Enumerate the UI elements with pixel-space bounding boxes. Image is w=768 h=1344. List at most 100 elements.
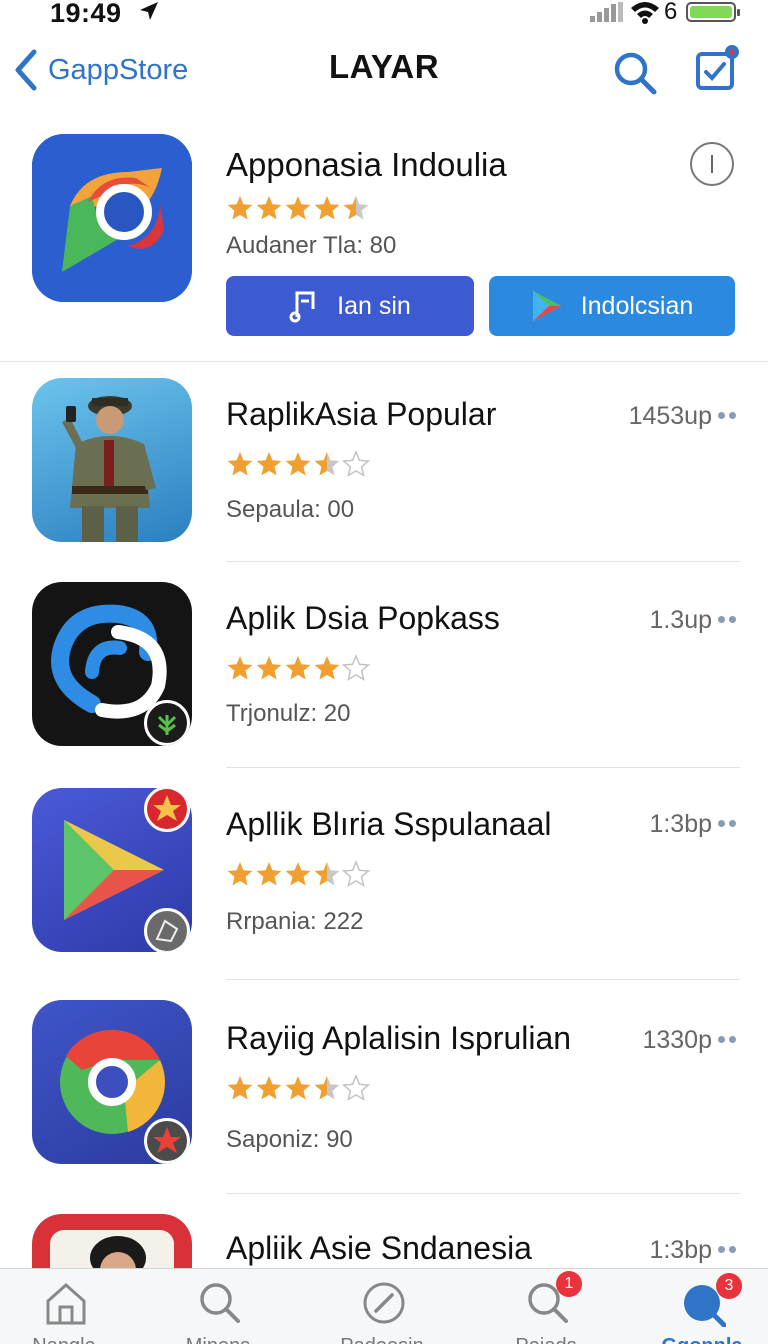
wifi-icon xyxy=(631,2,659,24)
tab-label: Peiads xyxy=(486,1335,606,1344)
app-meta: Rrpania: 222 xyxy=(226,908,364,935)
chevron-left-icon xyxy=(15,49,37,91)
app-icon-swirl[interactable] xyxy=(32,582,192,746)
star-icon xyxy=(256,862,282,886)
star-icon xyxy=(341,654,371,682)
app-icon-chrome[interactable] xyxy=(32,1000,192,1164)
tab-label: Ggonnla xyxy=(642,1335,762,1344)
more-options-icon[interactable] xyxy=(718,1246,740,1254)
rating-stars xyxy=(226,860,382,895)
rating-stars xyxy=(226,654,382,689)
play-store-button-label: Indolcsian xyxy=(580,291,694,320)
more-options-icon[interactable] xyxy=(718,412,740,420)
star-badge-icon xyxy=(144,788,190,832)
back-label: GappStore xyxy=(48,53,189,86)
star-icon xyxy=(256,656,282,680)
play-store-icon xyxy=(532,291,561,321)
star-icon xyxy=(227,452,253,476)
star-icon xyxy=(256,1076,282,1100)
info-icon[interactable] xyxy=(690,142,734,186)
app-name: RaplikAsia Popular xyxy=(226,396,497,432)
location-icon xyxy=(140,2,158,20)
music-note-icon xyxy=(289,291,315,323)
notification-badge: 1 xyxy=(556,1271,582,1297)
featured-app: Apponasia Indoulia Audaner Tla: 80 Ian s… xyxy=(0,118,768,362)
featured-app-icon[interactable] xyxy=(32,134,192,302)
app-name: Apllik Blıria Sspulanaal xyxy=(226,806,552,842)
list-item[interactable]: Apliik Asie Sndanesia 1:3bp xyxy=(0,1194,768,1268)
tab-updates[interactable]: 1 Peiads xyxy=(486,1269,606,1344)
install-button-label: Ian sin xyxy=(337,291,411,320)
star-icon xyxy=(341,1074,371,1102)
star-icon xyxy=(285,1076,311,1100)
home-icon xyxy=(46,1282,86,1325)
star-icon xyxy=(341,450,371,478)
app-icon-soldier[interactable] xyxy=(32,378,192,542)
back-button[interactable]: GappStore xyxy=(12,48,188,92)
more-options-icon[interactable] xyxy=(718,616,740,624)
star-icon xyxy=(285,452,311,476)
star-icon xyxy=(314,1076,340,1100)
tab-home[interactable]: Nangle xyxy=(4,1269,124,1344)
star-icon xyxy=(343,196,369,220)
rating-stars xyxy=(226,1074,382,1109)
list-item[interactable]: RaplikAsia Popular 1453up Sepaula: 00 xyxy=(0,362,768,562)
star-badge-icon xyxy=(144,1118,190,1164)
list-item[interactable]: Apllik Blıria Sspulanaal 1:3bp Rrpania: … xyxy=(0,768,768,980)
star-icon xyxy=(285,196,311,220)
list-item[interactable]: Rayiig Aplalisin Isprulian 1330p Saponiz… xyxy=(0,980,768,1194)
signal-icon xyxy=(590,2,623,22)
app-meta: Saponiz: 90 xyxy=(226,1126,353,1153)
rating-stars xyxy=(226,450,382,485)
tab-compass[interactable]: Padeesin xyxy=(322,1269,442,1344)
leaf-badge-icon xyxy=(144,700,190,746)
app-icon-play[interactable] xyxy=(32,788,192,952)
star-icon xyxy=(256,452,282,476)
tab-search[interactable]: Minens xyxy=(158,1269,278,1344)
star-icon xyxy=(227,1076,253,1100)
star-icon xyxy=(285,862,311,886)
notification-badge: 3 xyxy=(716,1273,742,1299)
app-name: Aplik Dsia Popkass xyxy=(226,600,500,636)
install-button[interactable]: Ian sin xyxy=(226,276,474,336)
app-size: 1:3bp xyxy=(649,810,712,838)
tab-bar: Nangle Minens Padeesin 1 Peiads 3 Ggonnl… xyxy=(0,1268,768,1344)
featured-rating-stars xyxy=(226,194,382,229)
star-icon xyxy=(314,196,340,220)
play-store-button[interactable]: Indolcsian xyxy=(489,276,735,336)
star-icon xyxy=(285,656,311,680)
app-meta: Sepaula: 00 xyxy=(226,496,355,523)
tab-profile[interactable]: 3 Ggonnla xyxy=(642,1269,762,1344)
star-icon xyxy=(314,862,340,886)
app-meta: Trjonulz: 20 xyxy=(226,700,351,727)
list-item[interactable]: Aplik Dsia Popkass 1.3up Trjonulz: 20 xyxy=(0,562,768,768)
search-icon[interactable] xyxy=(612,50,658,96)
app-size: 1.3up xyxy=(649,606,712,634)
app-name: Rayiig Aplalisin Isprulian xyxy=(226,1020,572,1056)
tab-label: Nangle xyxy=(4,1335,124,1344)
navigation-bar: GappStore LAYAR xyxy=(0,38,768,108)
star-icon xyxy=(314,452,340,476)
app-size: 1:3bp xyxy=(649,1236,712,1264)
search-icon xyxy=(200,1283,240,1323)
badge-icon xyxy=(144,908,190,952)
featured-app-name: Apponasia Indoulia xyxy=(226,146,507,183)
star-icon xyxy=(256,196,282,220)
app-size: 1453up xyxy=(628,402,712,430)
app-size: 1330p xyxy=(642,1026,712,1054)
battery-level: 6 xyxy=(664,0,678,25)
compass-icon xyxy=(363,1282,405,1324)
app-name: Apliik Asie Sndanesia xyxy=(226,1230,532,1266)
battery-icon xyxy=(686,2,740,22)
star-icon xyxy=(227,656,253,680)
star-icon xyxy=(341,860,371,888)
edit-icon[interactable] xyxy=(694,44,742,94)
star-icon xyxy=(227,862,253,886)
star-icon xyxy=(314,656,340,680)
tab-label: Padeesin xyxy=(322,1335,442,1344)
app-icon-portrait[interactable] xyxy=(32,1214,192,1268)
status-time: 19:49 xyxy=(50,0,122,28)
featured-app-subtitle: Audaner Tla: 80 xyxy=(226,232,397,259)
more-options-icon[interactable] xyxy=(718,820,740,828)
more-options-icon[interactable] xyxy=(718,1036,740,1044)
